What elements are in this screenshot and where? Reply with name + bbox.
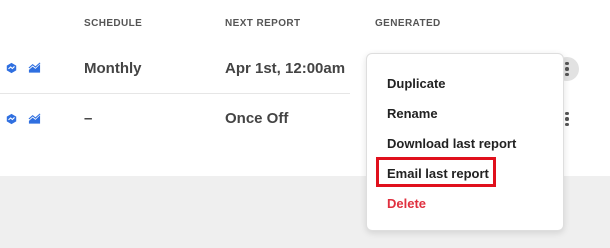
column-header-generated: GENERATED [375,18,441,29]
column-header-next-report: NEXT REPORT [225,18,301,29]
highlight-outline [376,157,496,187]
row-2-schedule: – [84,110,93,127]
metric-icon[interactable] [5,62,18,74]
menu-item-rename[interactable]: Rename [387,106,438,121]
metric-icon[interactable] [5,113,18,125]
area-chart-icon[interactable] [28,62,41,74]
kebab-dot [565,111,569,116]
area-chart-icon[interactable] [28,113,41,125]
row-2-next-report: Once Off [225,110,289,127]
kebab-dot [565,122,569,127]
menu-item-duplicate[interactable]: Duplicate [387,76,446,91]
menu-item-delete[interactable]: Delete [387,196,426,211]
menu-item-download-last-report[interactable]: Download last report [387,136,516,151]
row-divider [0,93,350,94]
kebab-dot [565,117,569,121]
kebab-dot [565,72,569,77]
column-header-schedule: SCHEDULE [84,18,143,29]
row-1-next-report: Apr 1st, 12:00am [225,60,346,77]
row-actions-menu: Duplicate Rename Download last report Em… [366,53,564,231]
row-1-schedule: Monthly [84,60,142,77]
kebab-dot [565,67,569,71]
kebab-dot [565,61,569,66]
